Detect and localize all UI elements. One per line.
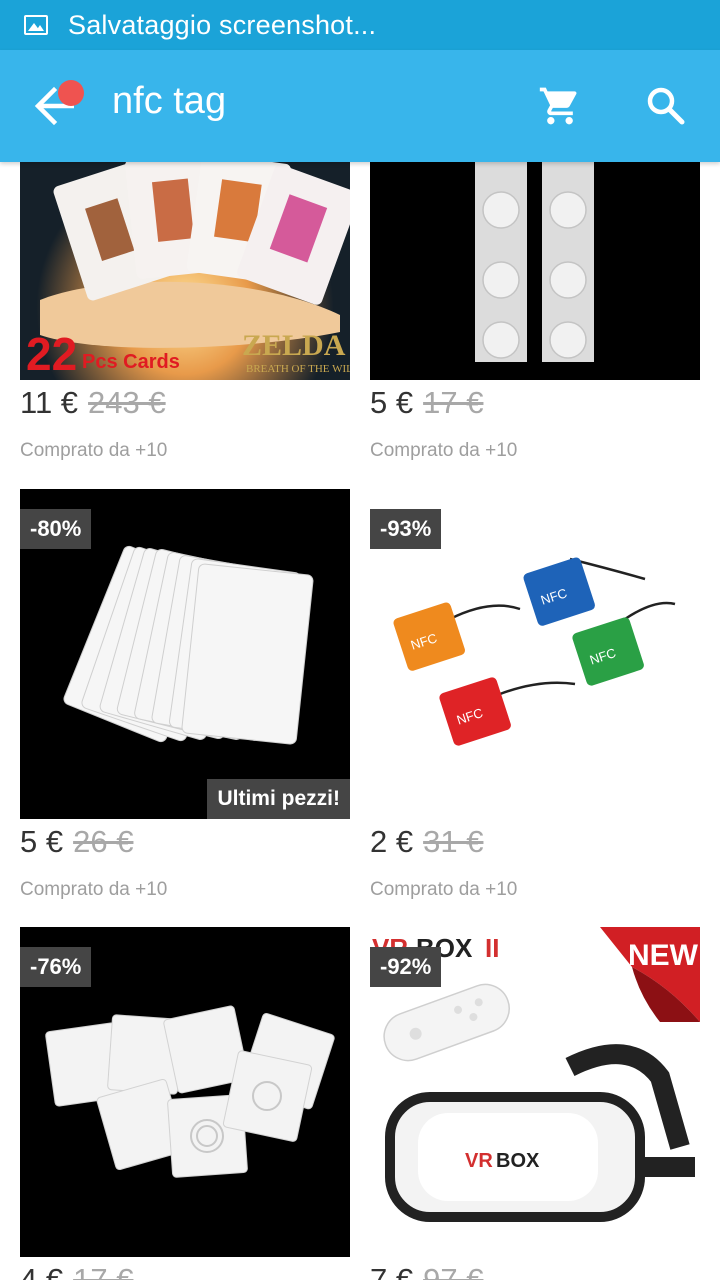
product-card[interactable]: VR BOX II NEW VR BOX -92% 7 € 9 — [370, 927, 700, 1280]
price: 7 € — [370, 1262, 414, 1280]
search-button[interactable] — [644, 84, 688, 128]
bought-count: Comprato da +10 — [20, 879, 168, 900]
old-price: 17 € — [423, 385, 484, 420]
cart-icon — [539, 87, 577, 125]
price: 2 € — [370, 824, 414, 859]
price: 5 € — [20, 824, 64, 859]
product-card[interactable]: -76% 4 € 17 € — [20, 927, 350, 1280]
price-row: 2 € 31 € — [370, 819, 700, 865]
bought-count: Comprato da +10 — [20, 440, 168, 461]
old-price: 243 € — [88, 385, 166, 420]
product-image: 22 Pcs Cards ZELDA BREATH OF THE WILD — [20, 162, 350, 380]
status-bar: Salvataggio screenshot... — [0, 0, 720, 50]
svg-text:NEW: NEW — [628, 939, 699, 972]
image-icon — [24, 15, 48, 35]
app-bar: nfc tag — [0, 50, 720, 162]
price: 4 € — [20, 1262, 64, 1280]
product-image — [370, 162, 700, 380]
price-row: 11 € 243 € — [20, 380, 350, 426]
price-row: 7 € 97 € — [370, 1257, 700, 1280]
price: 11 € — [20, 385, 79, 420]
search-icon — [647, 87, 685, 125]
product-image: NFC NFC NFC NFC -93% — [370, 489, 700, 819]
product-grid: 22 Pcs Cards ZELDA BREATH OF THE WILD 11… — [0, 162, 720, 1280]
old-price: 97 € — [423, 1262, 484, 1280]
notification-dot — [58, 80, 84, 106]
product-card[interactable]: 22 Pcs Cards ZELDA BREATH OF THE WILD 11… — [20, 162, 350, 462]
product-image: -76% — [20, 927, 350, 1257]
product-image: -80% Ultimi pezzi! — [20, 489, 350, 819]
product-image: VR BOX II NEW VR BOX -92% — [370, 927, 700, 1257]
search-query[interactable]: nfc tag — [112, 80, 226, 123]
svg-text:ZELDA: ZELDA — [242, 329, 346, 362]
svg-text:22: 22 — [26, 328, 77, 380]
product-card[interactable]: 5 € 17 € Comprato da +10 — [370, 162, 700, 462]
bought-count: Comprato da +10 — [370, 879, 518, 900]
svg-text:BREATH OF THE WILD: BREATH OF THE WILD — [246, 363, 350, 375]
price: 5 € — [370, 385, 414, 420]
discount-badge: -93% — [370, 509, 442, 549]
status-text: Salvataggio screenshot... — [68, 9, 377, 40]
price-row: 5 € 26 € — [20, 819, 350, 865]
discount-badge: -80% — [20, 509, 92, 549]
old-price: 17 € — [73, 1262, 134, 1280]
price-row: 5 € 17 € — [370, 380, 700, 426]
svg-text:II: II — [485, 933, 499, 963]
product-card[interactable]: -80% Ultimi pezzi! 5 € 26 € Comprato da … — [20, 489, 350, 901]
discount-badge: -92% — [370, 947, 442, 987]
svg-text:VR: VR — [465, 1150, 493, 1172]
bought-count: Comprato da +10 — [370, 440, 518, 461]
svg-text:BOX: BOX — [496, 1150, 540, 1172]
old-price: 31 € — [423, 824, 484, 859]
cart-button[interactable] — [538, 84, 582, 128]
discount-badge: -76% — [20, 947, 92, 987]
price-row: 4 € 17 € — [20, 1257, 350, 1280]
old-price: 26 € — [73, 824, 134, 859]
last-pieces-badge: Ultimi pezzi! — [207, 779, 350, 819]
svg-text:Pcs Cards: Pcs Cards — [82, 351, 180, 373]
product-card[interactable]: NFC NFC NFC NFC -93% 2 € 31 € Comprato d… — [370, 489, 700, 901]
